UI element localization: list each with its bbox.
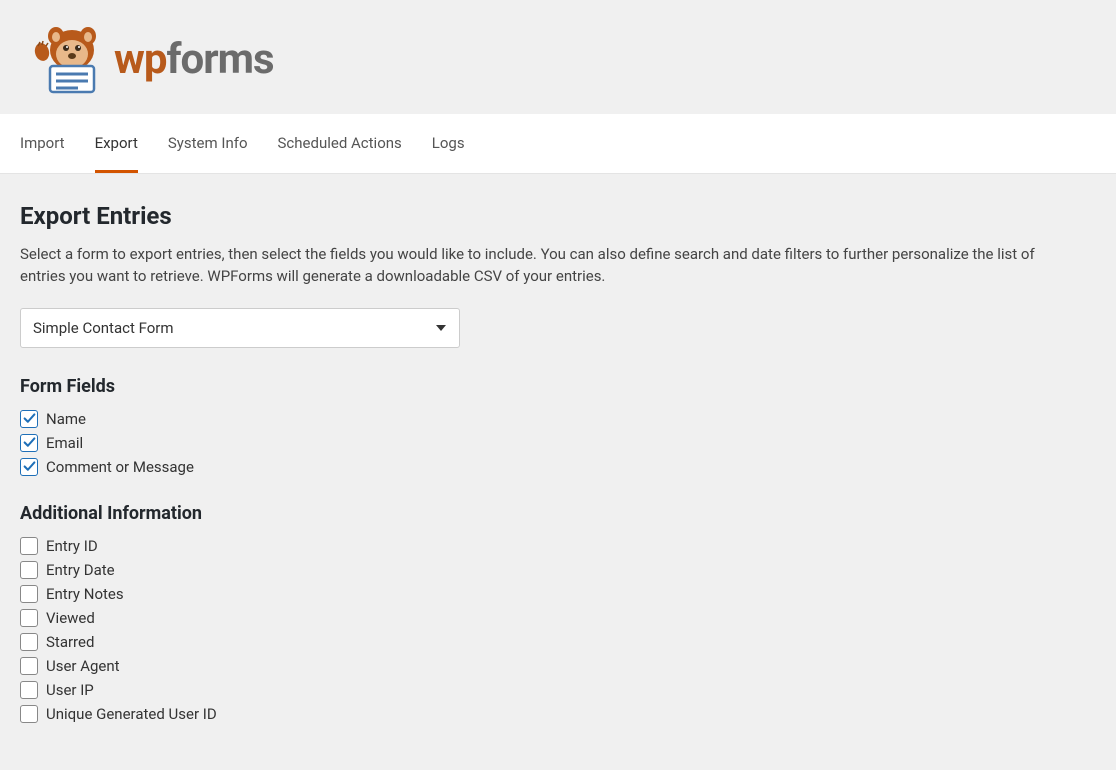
additional-field-label[interactable]: Entry ID	[46, 537, 98, 555]
additional-field-checkbox[interactable]	[20, 609, 38, 627]
form-field-checkbox[interactable]	[20, 458, 38, 476]
form-field-row: Comment or Message	[20, 455, 1096, 479]
additional-field-row: Starred	[20, 630, 1096, 654]
logo-text: wpforms	[114, 35, 274, 84]
additional-info-heading: Additional Information	[20, 503, 1096, 524]
page-description: Select a form to export entries, then se…	[20, 244, 1080, 288]
additional-field-label[interactable]: Starred	[46, 633, 94, 651]
tab-export[interactable]: Export	[95, 114, 138, 173]
tabs-nav: Import Export System Info Scheduled Actions…	[0, 114, 1116, 174]
form-fields-list: Name Email Comment or Message	[20, 407, 1096, 479]
additional-field-label[interactable]: Entry Notes	[46, 585, 124, 603]
additional-field-row: User IP	[20, 678, 1096, 702]
tab-scheduled-actions[interactable]: Scheduled Actions	[278, 114, 402, 173]
additional-field-label[interactable]: User IP	[46, 681, 94, 699]
main-content: Export Entries Select a form to export e…	[0, 174, 1116, 770]
additional-field-label[interactable]: User Agent	[46, 657, 120, 675]
tab-logs[interactable]: Logs	[432, 114, 465, 173]
additional-field-row: Entry Notes	[20, 582, 1096, 606]
form-field-label[interactable]: Email	[46, 434, 83, 452]
additional-info-list: Entry ID Entry Date Entry Notes Viewed Starr…	[20, 534, 1096, 726]
additional-field-checkbox[interactable]	[20, 705, 38, 723]
wpforms-logo: wpforms	[20, 24, 1096, 94]
additional-field-checkbox[interactable]	[20, 657, 38, 675]
additional-field-checkbox[interactable]	[20, 537, 38, 555]
additional-field-row: User Agent	[20, 654, 1096, 678]
additional-field-row: Entry Date	[20, 558, 1096, 582]
form-field-label[interactable]: Comment or Message	[46, 458, 194, 476]
form-field-row: Name	[20, 407, 1096, 431]
additional-field-label[interactable]: Viewed	[46, 609, 95, 627]
additional-field-label[interactable]: Entry Date	[46, 561, 115, 579]
wpforms-mascot-icon	[20, 24, 104, 94]
form-field-checkbox[interactable]	[20, 434, 38, 452]
form-field-row: Email	[20, 431, 1096, 455]
tab-import[interactable]: Import	[20, 114, 65, 173]
additional-field-label[interactable]: Unique Generated User ID	[46, 705, 217, 723]
additional-field-checkbox[interactable]	[20, 633, 38, 651]
form-fields-heading: Form Fields	[20, 376, 1096, 397]
additional-field-checkbox[interactable]	[20, 561, 38, 579]
tab-system-info[interactable]: System Info	[168, 114, 248, 173]
additional-field-row: Unique Generated User ID	[20, 702, 1096, 726]
additional-field-row: Entry ID	[20, 534, 1096, 558]
header: wpforms	[0, 0, 1116, 114]
page-title: Export Entries	[20, 202, 1096, 230]
additional-field-row: Viewed	[20, 606, 1096, 630]
form-select[interactable]: Simple Contact Form	[20, 308, 460, 348]
additional-field-checkbox[interactable]	[20, 681, 38, 699]
form-field-checkbox[interactable]	[20, 410, 38, 428]
form-field-label[interactable]: Name	[46, 410, 86, 428]
form-select-wrap: Simple Contact Form	[20, 308, 460, 348]
additional-field-checkbox[interactable]	[20, 585, 38, 603]
